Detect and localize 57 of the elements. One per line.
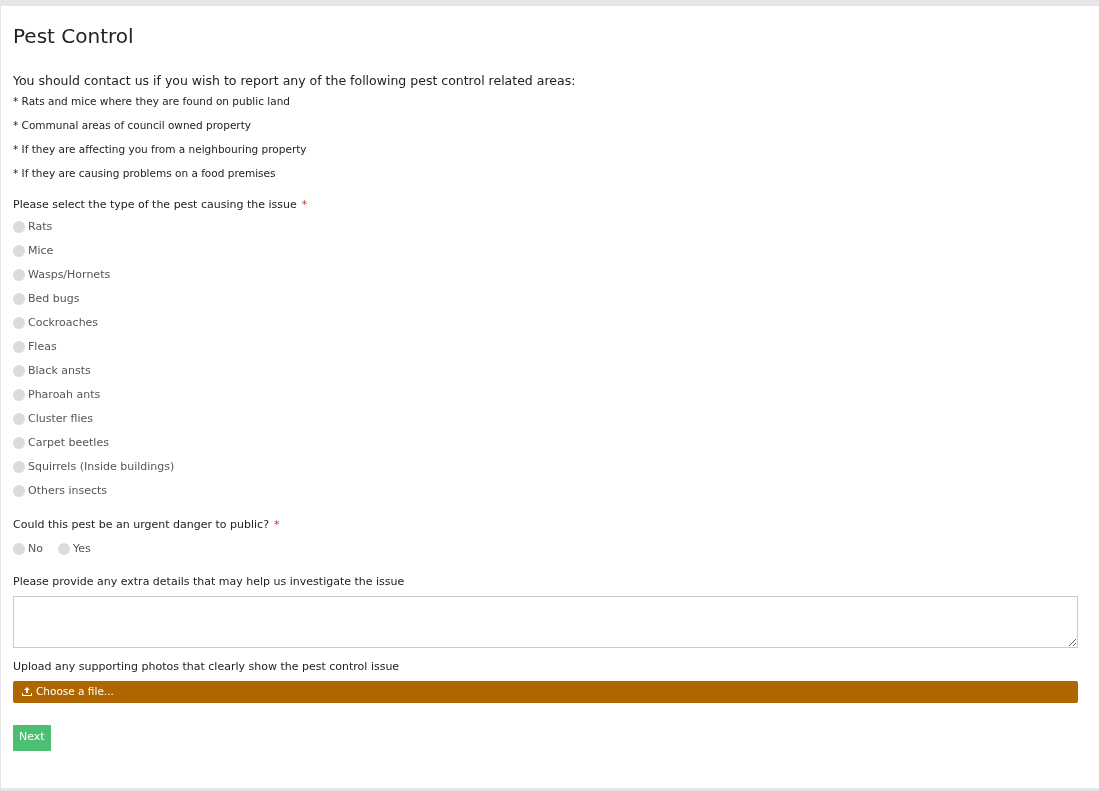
radio-option[interactable]: No bbox=[13, 542, 43, 555]
radio-label: Pharoah ants bbox=[28, 389, 101, 400]
radio-label: Fleas bbox=[28, 341, 57, 352]
bullet-text: * Communal areas of council owned property bbox=[13, 119, 252, 131]
radio-option[interactable]: Squirrels (Inside buildings) bbox=[13, 460, 1078, 473]
intro-text: You should contact us if you wish to report any of the following pest control related areas: bbox=[13, 75, 577, 88]
radio-option[interactable]: Rats bbox=[13, 220, 1078, 233]
radio-button[interactable] bbox=[13, 436, 25, 449]
radio-button[interactable] bbox=[13, 412, 25, 425]
radio-button[interactable] bbox=[13, 220, 25, 233]
details-label: Please provide any extra details that may help us investigate the issue bbox=[13, 575, 406, 587]
radio-option[interactable]: Pharoah ants bbox=[13, 388, 1078, 401]
radio-button[interactable] bbox=[13, 316, 25, 329]
radio-label: Cluster flies bbox=[28, 413, 94, 424]
radio-label: Yes bbox=[72, 543, 91, 554]
radio-option[interactable]: Cluster flies bbox=[13, 412, 1078, 425]
upload-icon bbox=[22, 687, 32, 696]
radio-option[interactable]: Bed bugs bbox=[13, 292, 1078, 305]
page-title: Pest Control bbox=[13, 26, 135, 50]
radio-label: Wasps/Hornets bbox=[28, 269, 111, 280]
radio-button[interactable] bbox=[13, 484, 25, 497]
required-mark: * bbox=[301, 198, 308, 210]
radio-label: No bbox=[28, 543, 43, 554]
radio-option[interactable]: Carpet beetles bbox=[13, 436, 1078, 449]
radio-button[interactable] bbox=[13, 340, 25, 353]
radio-option[interactable]: Cockroaches bbox=[13, 316, 1078, 329]
radio-button[interactable] bbox=[13, 268, 25, 281]
radio-label: Carpet beetles bbox=[28, 437, 109, 448]
radio-button[interactable] bbox=[13, 388, 25, 401]
radio-button[interactable] bbox=[13, 364, 25, 377]
radio-button[interactable] bbox=[13, 542, 25, 555]
radio-label: Mice bbox=[28, 245, 54, 256]
radio-button[interactable] bbox=[13, 244, 25, 257]
radio-button[interactable] bbox=[13, 292, 25, 305]
radio-label: Others insects bbox=[28, 485, 108, 496]
radio-label: Black ansts bbox=[28, 365, 91, 376]
radio-option[interactable]: Mice bbox=[13, 244, 1078, 257]
radio-option[interactable]: Yes bbox=[57, 542, 91, 555]
question-label: Could this pest be an urgent danger to public? bbox=[13, 518, 269, 530]
bullet-text: * If they are causing problems on a food premises bbox=[13, 167, 277, 179]
bullet-text: * If they are affecting you from a neighbouring property bbox=[13, 143, 308, 155]
radio-option[interactable]: Black ansts bbox=[13, 364, 1078, 377]
radio-option[interactable]: Others insects bbox=[13, 484, 1078, 497]
question-label: Please select the type of the pest causing the issue bbox=[13, 198, 297, 210]
radio-label: Squirrels (Inside buildings) bbox=[28, 461, 175, 472]
radio-option[interactable]: Wasps/Hornets bbox=[13, 268, 1078, 281]
details-textarea[interactable] bbox=[13, 595, 1078, 648]
bullet-text: * Rats and mice where they are found on public land bbox=[13, 95, 291, 107]
radio-button[interactable] bbox=[13, 460, 25, 473]
radio-label: Rats bbox=[28, 221, 53, 232]
choose-file-button[interactable]: Choose a file... bbox=[13, 680, 1078, 703]
required-mark: * bbox=[274, 518, 280, 530]
radio-option[interactable]: Fleas bbox=[13, 340, 1078, 353]
radio-button[interactable] bbox=[57, 542, 70, 555]
upload-label: Upload any supporting photos that clearly show the pest control issue bbox=[13, 660, 401, 672]
radio-label: Bed bugs bbox=[28, 293, 80, 304]
radio-label: Cockroaches bbox=[28, 317, 99, 328]
